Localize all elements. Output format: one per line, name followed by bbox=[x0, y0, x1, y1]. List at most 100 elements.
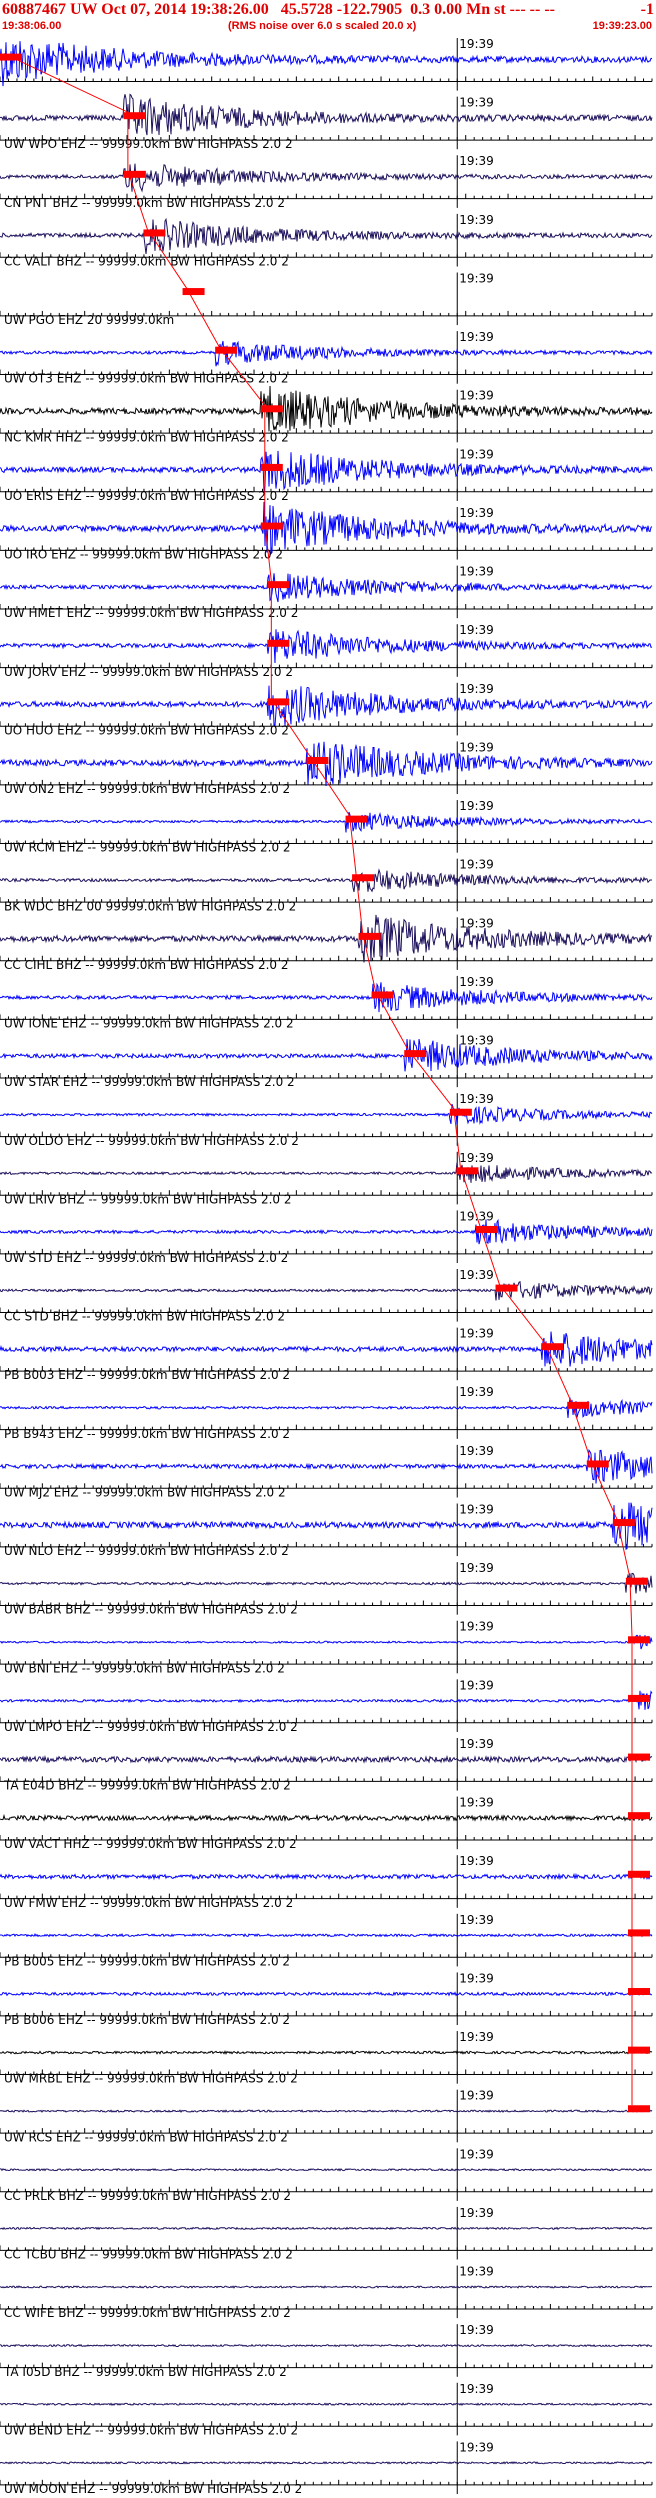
waveform bbox=[0, 573, 653, 603]
trace-row: 19:39 CC TCBU BHZ -- 99999.0km BW HIGHPAS… bbox=[0, 2206, 653, 2262]
station-label: TA E04D BHZ -- 99999.0km BW HIGHPASS 2.0… bbox=[3, 1779, 291, 1793]
seismogram-plot: 19:39 19:39 UW WPO EHZ -- 99999.0km BW HIG… bbox=[0, 37, 653, 2496]
trace-row: 19:39 UO ERIS EHZ -- 99999.0km BW HIGHPAS… bbox=[0, 447, 653, 503]
station-label: UW HMET EHZ -- 99999.0km BW HIGHPASS 2.0… bbox=[4, 606, 298, 620]
trace-row: 19:39 CC VALT BHZ -- 99999.0km BW HIGHPAS… bbox=[0, 213, 653, 268]
waveform bbox=[0, 1813, 653, 1823]
station-label: UW LRIV BHZ -- 99999.0km BW HIGHPASS 2.0… bbox=[4, 1192, 292, 1206]
station-label: UW VACT HHZ -- 99999.0km BW HIGHPASS 2.0… bbox=[4, 1837, 297, 1851]
scaling-note: (RMS noise over 6.0 s scaled 20.0 x) bbox=[228, 20, 417, 32]
minute-label: 19:39 bbox=[459, 1327, 494, 1341]
waveform bbox=[0, 1218, 653, 1245]
waveform bbox=[0, 2285, 653, 2289]
pick-marker bbox=[628, 1929, 650, 1937]
minute-label: 19:39 bbox=[459, 1151, 494, 1165]
trace-row: 19:39 UW BEND EHZ -- 99999.0km BW HIGHPAS… bbox=[0, 2382, 653, 2437]
station-label: UW RCS EHZ -- 99999.0km BW HIGHPASS 2.0 … bbox=[4, 2130, 288, 2144]
station-label: UO IRO EHZ -- 99999.0km BW HIGHPASS 2.0 … bbox=[4, 548, 283, 562]
minute-label: 19:39 bbox=[459, 2030, 494, 2044]
pick-marker bbox=[267, 639, 290, 647]
waveform bbox=[0, 1162, 653, 1183]
pick-marker bbox=[628, 2046, 650, 2054]
trace-row: 19:39 UW JORV EHZ -- 99999.0km BW HIGHPAS… bbox=[0, 623, 653, 679]
minute-label: 19:39 bbox=[459, 1678, 494, 1692]
pick-marker bbox=[182, 288, 205, 296]
pick-marker bbox=[628, 1870, 650, 1878]
trace-row: 19:39 CC STD BHZ -- 99999.0km BW HIGHPASS… bbox=[0, 1268, 653, 1324]
trace-row: 19:39 UW MRBL EHZ -- 99999.0km BW HIGHPAS… bbox=[0, 2030, 653, 2086]
waveform bbox=[0, 2109, 653, 2113]
waveform bbox=[0, 1502, 653, 1550]
minute-label: 19:39 bbox=[459, 506, 494, 520]
waveform bbox=[0, 385, 653, 432]
pick-marker bbox=[260, 522, 283, 530]
waveform bbox=[0, 2343, 653, 2348]
waveform bbox=[0, 2167, 653, 2172]
trace-row: 19:39 CN PNT BHZ -- 99999.0km BW HIGHPASS… bbox=[0, 154, 653, 210]
waveform bbox=[0, 868, 653, 893]
waveform bbox=[0, 501, 653, 556]
pick-marker bbox=[123, 112, 146, 120]
trace-row: 19:39 PB B003 EHZ -- 99999.0km BW HIGHPAS… bbox=[0, 1327, 653, 1382]
waveform bbox=[0, 163, 653, 193]
event-title: 60887467 UW Oct 07, 2014 19:38:26.00 45.… bbox=[2, 1, 555, 18]
waveform bbox=[0, 1397, 653, 1419]
station-label: BK WDC BHZ 00 99999.0km BW HIGHPASS 2.0 … bbox=[4, 899, 296, 913]
minute-label: 19:39 bbox=[459, 1034, 494, 1048]
minute-label: 19:39 bbox=[459, 2265, 494, 2279]
station-label: PB B943 EHZ -- 99999.0km BW HIGHPASS 2.0… bbox=[4, 1427, 290, 1441]
pick-marker bbox=[612, 1519, 635, 1527]
waveform bbox=[0, 1754, 653, 1764]
station-label: UO ERIS EHZ -- 99999.0km BW HIGHPASS 2.0… bbox=[4, 489, 289, 503]
station-label: UW BEND EHZ -- 99999.0km BW HIGHPASS 2.0… bbox=[4, 2423, 298, 2437]
record-header: 60887467 UW Oct 07, 2014 19:38:26.00 45.… bbox=[0, 0, 656, 36]
minute-label: 19:39 bbox=[459, 1385, 494, 1399]
trace-row: 19:39 UW WPO EHZ -- 99999.0km BW HIGHPASS… bbox=[0, 93, 653, 151]
waveform bbox=[0, 1872, 653, 1881]
pick-marker bbox=[371, 991, 394, 999]
pick-marker bbox=[567, 1401, 590, 1409]
waveform bbox=[0, 2402, 653, 2407]
minute-label: 19:39 bbox=[459, 2323, 494, 2337]
station-label: UW OT3 EHZ -- 99999.0km BW HIGHPASS 2.0 … bbox=[4, 372, 289, 386]
trace-row: 19:39 UW PGO EHZ 20 99999.0km bbox=[0, 271, 653, 327]
pick-marker bbox=[358, 932, 381, 940]
minute-label: 19:39 bbox=[459, 2089, 494, 2103]
end-time: 19:39:23.00 bbox=[592, 20, 652, 32]
station-label: PB B003 EHZ -- 99999.0km BW HIGHPASS 2.0… bbox=[4, 1368, 290, 1382]
trace-row: 19:39 UW STAR EHZ -- 99999.0km BW HIGHPAS… bbox=[0, 1034, 653, 1089]
pick-marker bbox=[260, 405, 283, 413]
waveform bbox=[0, 2226, 653, 2231]
trace-row: 19:39 UW HMET EHZ -- 99999.0km BW HIGHPAS… bbox=[0, 565, 653, 620]
minute-label: 19:39 bbox=[459, 799, 494, 813]
trace-row: 19:39 CC CIHL BHZ -- 99999.0km BW HIGHPAS… bbox=[0, 914, 653, 972]
waveform bbox=[0, 685, 653, 727]
minute-label: 19:39 bbox=[459, 271, 494, 285]
pick-marker bbox=[541, 1343, 564, 1351]
station-label: UW JORV EHZ -- 99999.0km BW HIGHPASS 2.0… bbox=[4, 665, 293, 679]
waveform bbox=[0, 41, 653, 87]
station-label: CC TCBU BHZ -- 99999.0km BW HIGHPASS 2.0… bbox=[4, 2248, 293, 2262]
trace-row: 19:39 UW ON2 EHZ -- 99999.0km BW HIGHPASS… bbox=[0, 740, 653, 796]
station-label: CC WIFE BHZ -- 99999.0km BW HIGHPASS 2.0… bbox=[4, 2306, 291, 2320]
trace-row: 19:39 UW NLO EHZ -- 99999.0km BW HIGHPASS… bbox=[0, 1502, 653, 1558]
pick-marker bbox=[628, 1753, 650, 1761]
start-time: 19:38:06.00 bbox=[2, 20, 62, 32]
station-label: TA I05D BHZ -- 99999.0km BW HIGHPASS 2.0… bbox=[3, 2365, 287, 2379]
minute-label: 19:39 bbox=[459, 447, 494, 461]
trace-row: 19:39 UW RCM EHZ -- 99999.0km BW HIGHPASS… bbox=[0, 799, 653, 855]
waveform bbox=[0, 2050, 653, 2055]
waveform bbox=[0, 93, 653, 136]
minute-label: 19:39 bbox=[459, 37, 494, 51]
minute-label: 19:39 bbox=[459, 740, 494, 754]
waveform bbox=[0, 340, 653, 367]
trace-row: 19:39 bbox=[0, 37, 653, 91]
waveform bbox=[0, 1039, 653, 1072]
trace-row: 19:39 NC KMR HHZ -- 99999.0km BW HIGHPASS… bbox=[0, 385, 653, 444]
station-label: UW NLO EHZ -- 99999.0km BW HIGHPASS 2.0 … bbox=[4, 1544, 289, 1558]
pick-marker bbox=[628, 1812, 650, 1820]
minute-label: 19:39 bbox=[459, 1796, 494, 1810]
station-label: CC CIHL BHZ -- 99999.0km BW HIGHPASS 2.0… bbox=[4, 958, 288, 972]
minute-label: 19:39 bbox=[459, 975, 494, 989]
waveform bbox=[0, 629, 653, 664]
